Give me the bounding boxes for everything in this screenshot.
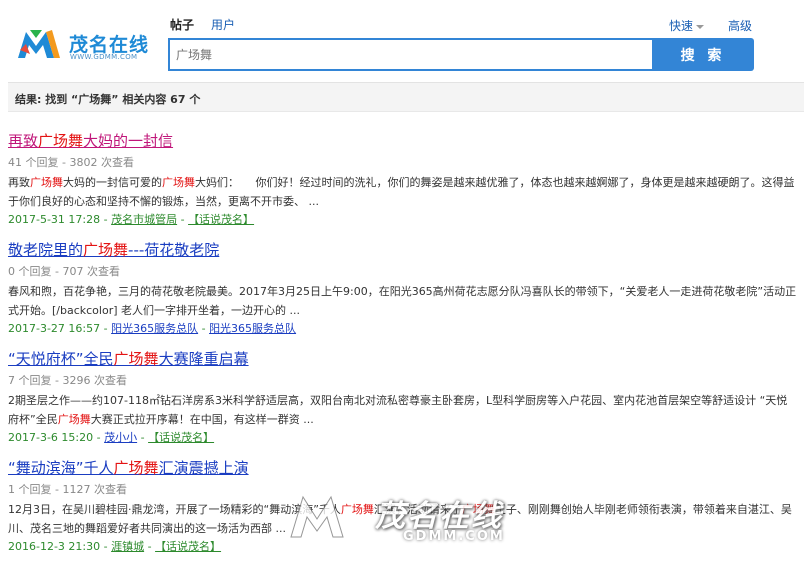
result-item: 再致广场舞大妈的一封信 41 个回复 - 3802 次查看 再致广场舞大妈的一封… — [8, 130, 798, 229]
result-date: 2017-3-6 15:20 — [8, 431, 94, 444]
result-stats: 0 个回复 - 707 次查看 — [8, 265, 120, 278]
title-text: 大赛隆重启幕 — [158, 350, 249, 368]
title-keyword: 广场舞 — [38, 132, 84, 150]
site-logo[interactable]: 茂名在线 WWW.GDMM.COM — [16, 24, 156, 64]
result-author-link[interactable]: 茂名市城管局 — [111, 213, 177, 226]
title-text: “舞动滨海”千人 — [8, 459, 114, 477]
result-excerpt: 再致广场舞大妈的一封信可爱的广场舞大妈们： 你们好！经过时间的洗礼，你们的舞姿是… — [8, 173, 798, 211]
result-stats: 41 个回复 - 3802 次查看 — [8, 156, 134, 169]
result-author-link[interactable]: 涯镇城 — [111, 540, 144, 553]
excerpt-keyword: 广场舞 — [30, 176, 63, 189]
result-summary: 结果: 找到 “广场舞” 相关内容 67 个 — [8, 82, 804, 112]
result-forum-link[interactable]: 【话说茂名】 — [188, 213, 254, 226]
quick-label: 快速 — [669, 19, 694, 33]
advanced-search-link[interactable]: 高级 — [728, 17, 752, 34]
result-excerpt: 2期圣层之作——约107-118㎡钻石洋房系3米科学舒适层高，双阳台南北对流私密… — [8, 391, 798, 429]
logo-mark-icon — [18, 30, 60, 58]
title-text: “天悦府杯”全民 — [8, 350, 114, 368]
result-date: 2017-5-31 17:28 — [8, 213, 101, 226]
result-title[interactable]: “舞动滨海”千人广场舞汇演震撼上演 — [8, 457, 798, 481]
result-date: 2016-12-3 21:30 — [8, 540, 101, 553]
title-keyword: 广场舞 — [83, 241, 129, 259]
tab-posts[interactable]: 帖子 — [170, 16, 194, 33]
result-title[interactable]: “天悦府杯”全民广场舞大赛隆重启幕 — [8, 348, 798, 372]
result-forum-link[interactable]: 【话说茂名】 — [148, 431, 214, 444]
title-text: 敬老院里的 — [8, 241, 84, 259]
tab-users[interactable]: 用户 — [211, 16, 235, 33]
result-meta: 2017-5-31 17:28 - 茂名市城管局 - 【话说茂名】 — [8, 213, 255, 226]
result-meta: 2017-3-6 15:20 - 茂小小 - 【话说茂名】 — [8, 431, 215, 444]
result-item: “天悦府杯”全民广场舞大赛隆重启幕 7 个回复 - 3296 次查看 2期圣层之… — [8, 348, 798, 447]
result-author-link[interactable]: 阳光365服务总队 — [111, 322, 198, 335]
title-text: 大妈的一封信 — [83, 132, 174, 150]
search-box — [168, 38, 654, 71]
watermark-subtext: GDMM.COM — [403, 529, 505, 544]
summary-keyword: 广场舞 — [78, 93, 112, 106]
logo-subtext: WWW.GDMM.COM — [70, 53, 138, 61]
result-date: 2017-3-27 16:57 — [8, 322, 101, 335]
excerpt-text: 大妈的一封信可爱的 — [63, 176, 162, 189]
summary-suffix: ” 相关内容 67 个 — [111, 93, 201, 106]
result-item: 敬老院里的广场舞---荷花敬老院 0 个回复 - 707 次查看 春风和煦，百花… — [8, 239, 798, 338]
watermark: 茂名在线 GDMM.COM — [285, 485, 555, 555]
search-tabs: 帖子 用户 — [170, 16, 252, 33]
result-title[interactable]: 再致广场舞大妈的一封信 — [8, 130, 798, 154]
result-forum-link[interactable]: 【话说茂名】 — [155, 540, 221, 553]
title-text: 汇演震撼上演 — [158, 459, 249, 477]
result-forum-link[interactable]: 阳光365服务总队 — [209, 322, 296, 335]
title-text: ---荷花敬老院 — [128, 241, 220, 259]
search-input[interactable] — [170, 40, 652, 69]
title-keyword: 广场舞 — [113, 350, 159, 368]
result-excerpt: 春风和煦，百花争艳，三月的荷花敬老院最美。2017年3月25日上午9:00，在阳… — [8, 285, 797, 317]
watermark-logo-icon — [290, 495, 344, 538]
title-text: 再致 — [8, 132, 39, 150]
excerpt-keyword: 广场舞 — [57, 413, 91, 426]
excerpt-text: 大赛正式拉开序幕！在中国，有这样一群资 ... — [90, 413, 314, 426]
excerpt-text: 再致 — [8, 176, 30, 189]
result-stats: 7 个回复 - 3296 次查看 — [8, 374, 127, 387]
chevron-down-icon — [696, 24, 705, 29]
title-keyword: 广场舞 — [113, 459, 159, 477]
excerpt-keyword: 广场舞 — [162, 176, 195, 189]
result-author-link[interactable]: 茂小小 — [104, 431, 137, 444]
summary-prefix: 结果: 找到 “ — [15, 93, 79, 106]
header: 茂名在线 WWW.GDMM.COM 帖子 用户 搜 索 快速 高级 — [0, 0, 804, 82]
result-meta: 2017-3-27 16:57 - 阳光365服务总队 - 阳光365服务总队 — [8, 322, 297, 335]
search-button[interactable]: 搜 索 — [652, 38, 754, 71]
quick-dropdown[interactable]: 快速 — [669, 17, 705, 34]
result-title[interactable]: 敬老院里的广场舞---荷花敬老院 — [8, 239, 798, 263]
